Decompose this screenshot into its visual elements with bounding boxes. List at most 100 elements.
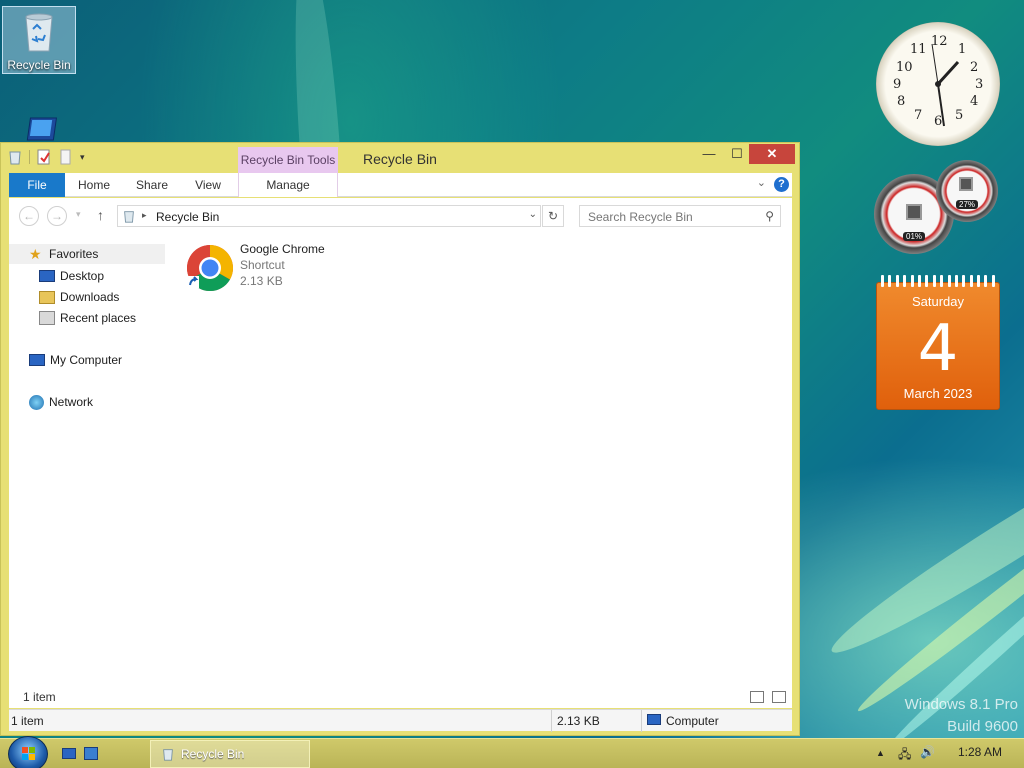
search-icon[interactable]: ⚲ xyxy=(765,209,774,223)
windows-logo-icon xyxy=(22,747,35,760)
tab-home[interactable]: Home xyxy=(69,173,119,197)
desktop-icon-recycle-bin[interactable]: Recycle Bin xyxy=(2,6,76,74)
computer-icon xyxy=(647,714,661,725)
file-list[interactable]: Google Chrome Shortcut 2.13 KB xyxy=(165,234,792,690)
os-watermark: Windows 8.1 Pro xyxy=(904,696,1018,713)
recent-places-icon xyxy=(39,311,55,325)
status-item-count: 1 item xyxy=(11,714,44,728)
start-button[interactable] xyxy=(8,736,48,768)
volume-icon[interactable]: 🔊 xyxy=(920,745,935,759)
tab-share[interactable]: Share xyxy=(127,173,177,197)
address-path: Recycle Bin xyxy=(156,210,220,224)
customize-toolbar-icon[interactable]: ▾ xyxy=(80,152,85,163)
status-location: Computer xyxy=(666,714,719,728)
minimize-button[interactable]: — xyxy=(695,144,723,164)
file-name: Google Chrome xyxy=(240,242,325,256)
wallpaper-streak xyxy=(852,481,1024,719)
nav-label: Network xyxy=(49,395,94,409)
context-tab-header: Recycle Bin Tools xyxy=(238,147,338,173)
taskbar-clock[interactable]: 1:28 AM xyxy=(958,745,1002,759)
recycle-bin-small-icon xyxy=(124,211,134,223)
calendar-weekday: Saturday xyxy=(911,294,965,309)
desktop-icon-label: Recycle Bin xyxy=(7,58,71,72)
new-folder-icon[interactable] xyxy=(58,149,74,165)
address-dropdown-icon[interactable]: ⌄ xyxy=(529,209,537,220)
network-tray-icon[interactable]: 🖧 xyxy=(898,745,911,766)
recycle-bin-small-icon[interactable] xyxy=(7,149,23,165)
file-item-google-chrome[interactable]: Google Chrome Shortcut 2.13 KB xyxy=(179,240,349,292)
calendar-gadget[interactable]: Saturday 4 March 2023 xyxy=(876,275,1000,410)
taskbar-app-recycle-bin[interactable]: Recycle Bin xyxy=(150,740,310,768)
desktop-icon xyxy=(39,270,55,282)
expand-ribbon-icon[interactable]: ⌄ xyxy=(757,176,766,189)
computer-icon xyxy=(29,354,45,366)
nav-label: Downloads xyxy=(60,290,120,304)
quick-access-toolbar: ▾ xyxy=(7,149,85,165)
recent-locations-icon[interactable]: ▾ xyxy=(76,209,81,220)
status-size: 2.13 KB xyxy=(557,714,600,728)
show-desktop-icon[interactable] xyxy=(62,748,76,759)
nav-desktop[interactable]: Desktop xyxy=(39,266,104,286)
back-button[interactable]: ← xyxy=(19,206,39,226)
network-icon xyxy=(29,394,44,410)
toolbar-divider xyxy=(29,150,30,164)
clock-gadget[interactable]: 12 1 2 3 4 5 6 7 8 9 10 11 xyxy=(876,22,1000,146)
large-icons-view-icon[interactable] xyxy=(772,691,786,703)
switch-windows-icon[interactable] xyxy=(84,747,98,760)
nav-favorites[interactable]: ★ Favorites xyxy=(9,244,165,264)
star-icon: ★ xyxy=(29,245,42,262)
maximize-button[interactable]: ☐ xyxy=(723,144,751,164)
recycle-bin-small-icon xyxy=(163,749,173,761)
calendar-month-year: March 2023 xyxy=(903,386,973,401)
computer-icon xyxy=(26,117,58,141)
tab-manage[interactable]: Manage xyxy=(238,173,338,197)
window-title: Recycle Bin xyxy=(363,151,437,167)
cpu-chip-icon xyxy=(906,204,922,220)
help-icon[interactable]: ? xyxy=(774,177,789,192)
show-hidden-icons-icon[interactable]: ▲ xyxy=(876,748,885,758)
item-count: 1 item xyxy=(23,690,56,704)
nav-recent-places[interactable]: Recent places xyxy=(39,308,136,328)
details-view-icon[interactable] xyxy=(750,691,764,703)
memory-usage: 27% xyxy=(955,200,979,209)
nav-network[interactable]: Network xyxy=(29,392,93,412)
wallpaper-streak xyxy=(821,411,1024,669)
address-bar[interactable]: ▸ Recycle Bin ⌄ xyxy=(117,205,541,227)
file-type: Shortcut xyxy=(240,258,285,272)
breadcrumb-chevron-icon[interactable]: ▸ xyxy=(142,210,147,221)
nav-label: Desktop xyxy=(60,269,105,283)
up-arrow-icon[interactable]: ↑ xyxy=(97,207,104,223)
nav-my-computer[interactable]: My Computer xyxy=(29,350,122,370)
ribbon-tabs: File Home Share View Manage ⌄ ? xyxy=(9,173,792,197)
properties-icon[interactable] xyxy=(36,149,52,165)
refresh-button[interactable]: ↻ xyxy=(542,205,564,227)
title-bar[interactable]: ▾ Recycle Bin Tools Recycle Bin — ☐ ✕ xyxy=(1,143,799,173)
explorer-window[interactable]: ▾ Recycle Bin Tools Recycle Bin — ☐ ✕ Fi… xyxy=(0,142,800,736)
status-divider xyxy=(551,710,552,732)
nav-label: Recent places xyxy=(60,311,137,325)
cpu-usage: 01% xyxy=(902,232,926,241)
navigation-bar: ← → ▾ ↑ ▸ Recycle Bin ⌄ ↻ Search Recycle… xyxy=(9,198,792,234)
tab-view[interactable]: View xyxy=(183,173,233,197)
nav-label: Favorites xyxy=(49,247,99,261)
close-button[interactable]: ✕ xyxy=(749,144,795,164)
forward-button[interactable]: → xyxy=(47,206,67,226)
status-bar: 1 item 2.13 KB Computer xyxy=(9,709,792,732)
tab-file[interactable]: File xyxy=(9,173,65,197)
search-box[interactable]: Search Recycle Bin ⚲ xyxy=(579,205,781,227)
nav-label: My Computer xyxy=(50,353,123,367)
memory-meter-gadget[interactable]: 27% xyxy=(936,160,998,222)
status-strip: 1 item xyxy=(9,690,792,708)
recycle-bin-icon xyxy=(25,13,53,52)
taskbar: Recycle Bin ▲ 🖧 🔊 1:28 AM xyxy=(0,736,1024,768)
desktop-icon-my-computer[interactable] xyxy=(2,114,76,144)
nav-downloads[interactable]: Downloads xyxy=(39,287,119,307)
navigation-pane: ★ Favorites Desktop Downloads Recent pla… xyxy=(9,234,165,690)
calendar-date: 4 xyxy=(917,312,959,386)
calendar-rings xyxy=(881,275,995,287)
downloads-folder-icon xyxy=(39,290,55,304)
build-watermark: Build 9600 xyxy=(947,718,1018,735)
search-placeholder: Search Recycle Bin xyxy=(588,210,693,224)
status-divider xyxy=(641,710,642,732)
file-size: 2.13 KB xyxy=(240,274,283,288)
